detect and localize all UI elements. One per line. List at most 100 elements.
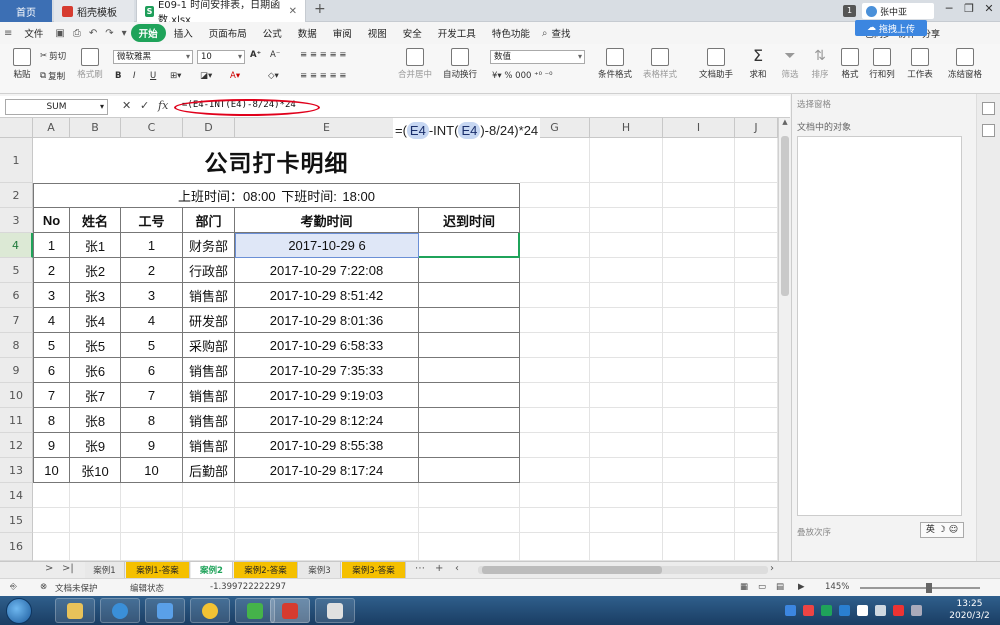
confirm-icon[interactable]: ✓: [140, 99, 149, 112]
menu-insert[interactable]: 插入: [166, 26, 201, 40]
close-window-icon[interactable]: ✕: [980, 2, 998, 15]
table-cell[interactable]: 行政部: [183, 258, 235, 283]
column-header-c[interactable]: C: [121, 118, 183, 138]
cut-button[interactable]: ✂ 剪切: [40, 50, 66, 62]
table-header-cell[interactable]: 考勤时间: [235, 208, 419, 233]
objects-list[interactable]: [797, 136, 962, 516]
prev-sheet-icon[interactable]: >: [45, 563, 53, 574]
table-cell-late-time[interactable]: [419, 258, 520, 283]
menu-data[interactable]: 数据: [290, 26, 325, 40]
table-cell[interactable]: 3: [33, 283, 70, 308]
freeze-panes-button[interactable]: 冻结窗格: [945, 48, 985, 80]
copy-button[interactable]: ⧉ 复制: [40, 70, 65, 82]
add-sheet-icon[interactable]: +: [435, 563, 443, 574]
table-cell[interactable]: 张4: [70, 308, 121, 333]
tray-app-icon[interactable]: [839, 605, 850, 616]
column-header-e[interactable]: E: [235, 118, 419, 138]
table-header-cell[interactable]: 工号: [121, 208, 183, 233]
table-cell[interactable]: 4: [121, 308, 183, 333]
sheet-tab-3[interactable]: 案例3: [299, 562, 341, 578]
format-painter-button[interactable]: 格式刷: [70, 48, 110, 80]
paste-button[interactable]: 粘贴: [2, 48, 42, 80]
volume-icon[interactable]: [857, 605, 868, 616]
start-button[interactable]: [6, 598, 32, 624]
menu-view[interactable]: 视图: [360, 26, 395, 40]
column-header-b[interactable]: B: [70, 118, 121, 138]
more-sheets-icon[interactable]: ⋯: [415, 563, 425, 574]
print-icon[interactable]: ⎙: [69, 28, 85, 39]
table-cell[interactable]: 销售部: [183, 408, 235, 433]
worksheet-button[interactable]: 工作表: [900, 48, 940, 80]
table-cell[interactable]: 2017-10-29 6: [235, 233, 419, 258]
taskbar-explorer[interactable]: [55, 598, 95, 623]
tab-home[interactable]: 首页: [0, 0, 52, 22]
select-all-corner[interactable]: [0, 118, 33, 138]
table-header-cell[interactable]: 部门: [183, 208, 235, 233]
column-header-d[interactable]: D: [183, 118, 235, 138]
menu-formulas[interactable]: 公式: [255, 26, 290, 40]
table-cell[interactable]: 1: [33, 233, 70, 258]
table-cell[interactable]: 6: [121, 358, 183, 383]
align-top-icon[interactable]: ≡ ≡ ≡ ≡ ≡: [300, 50, 346, 60]
reading-mode-icon[interactable]: ▶: [798, 582, 805, 592]
sheet-tab-2[interactable]: 案例2: [191, 562, 233, 578]
italic-icon[interactable]: I: [133, 71, 136, 81]
column-header-i[interactable]: I: [663, 118, 735, 138]
table-cell[interactable]: 8: [121, 408, 183, 433]
table-cell-late-time[interactable]: [419, 433, 520, 458]
taskbar-wps[interactable]: [270, 598, 310, 623]
table-cell[interactable]: 4: [33, 308, 70, 333]
table-cell[interactable]: 2017-10-29 6:58:33: [235, 333, 419, 358]
restore-icon[interactable]: ❐: [960, 2, 978, 15]
taskbar-player[interactable]: [235, 598, 275, 623]
row-header-10[interactable]: 10: [0, 383, 33, 408]
sheet-tab-2-answer[interactable]: 案例2-答案: [234, 562, 298, 578]
font-color-icon[interactable]: A▾: [230, 71, 240, 81]
table-cell-late-time[interactable]: [419, 233, 520, 258]
font-size-select[interactable]: 10: [197, 50, 245, 64]
table-cell-late-time[interactable]: [419, 408, 520, 433]
table-cell-late-time[interactable]: [419, 308, 520, 333]
table-cell[interactable]: 2017-10-29 7:35:33: [235, 358, 419, 383]
table-header-cell[interactable]: 迟到时间: [419, 208, 520, 233]
increase-font-icon[interactable]: A⁺: [250, 50, 261, 60]
row-header-13[interactable]: 13: [0, 458, 33, 483]
column-header-a[interactable]: A: [33, 118, 70, 138]
ime-indicator[interactable]: 英 ☽ ☺: [920, 522, 964, 538]
table-cell[interactable]: 张9: [70, 433, 121, 458]
table-cell-late-time[interactable]: [419, 358, 520, 383]
table-cell[interactable]: 销售部: [183, 383, 235, 408]
table-cell[interactable]: 张6: [70, 358, 121, 383]
tab-document[interactable]: S E09-1 时间安排表，日期函数.xlsx ✕: [136, 0, 306, 26]
rows-columns-button[interactable]: 行和列: [862, 48, 902, 80]
system-clock[interactable]: 13:25 2020/3/2: [942, 598, 997, 622]
row-header-4[interactable]: 4: [0, 233, 33, 258]
table-cell[interactable]: 张7: [70, 383, 121, 408]
horizontal-scrollbar[interactable]: [478, 566, 768, 574]
table-cell[interactable]: 2017-10-29 7:22:08: [235, 258, 419, 283]
table-cell[interactable]: 后勤部: [183, 458, 235, 483]
cell-edit-formula[interactable]: =( E4 -INT( E4 )-8/24)*24: [393, 118, 541, 142]
page-layout-icon[interactable]: ▭: [758, 582, 766, 592]
row-header-15[interactable]: 15: [0, 508, 33, 533]
table-cell[interactable]: 采购部: [183, 333, 235, 358]
table-cell[interactable]: 2017-10-29 8:12:24: [235, 408, 419, 433]
table-cell-late-time[interactable]: [419, 383, 520, 408]
name-box[interactable]: SUM: [5, 99, 108, 115]
menu-features[interactable]: 特色功能: [484, 26, 538, 40]
row-header-9[interactable]: 9: [0, 358, 33, 383]
cancel-icon[interactable]: ✕: [122, 99, 131, 112]
row-header-14[interactable]: 14: [0, 483, 33, 508]
minimize-icon[interactable]: ─: [940, 2, 958, 15]
conditional-format-button[interactable]: 条件格式: [595, 48, 635, 80]
row-header-16[interactable]: 16: [0, 533, 33, 561]
table-cell[interactable]: 销售部: [183, 433, 235, 458]
pane-tool-icon[interactable]: [982, 124, 995, 137]
close-tab-icon[interactable]: ✕: [289, 6, 297, 17]
vertical-scrollbar[interactable]: ▲: [778, 118, 791, 561]
function-icon[interactable]: fx: [158, 99, 168, 112]
pane-tool-icon[interactable]: [982, 102, 995, 115]
table-cell[interactable]: 销售部: [183, 283, 235, 308]
sheet-title[interactable]: 公司打卡明细: [33, 138, 520, 183]
table-cell[interactable]: 张10: [70, 458, 121, 483]
